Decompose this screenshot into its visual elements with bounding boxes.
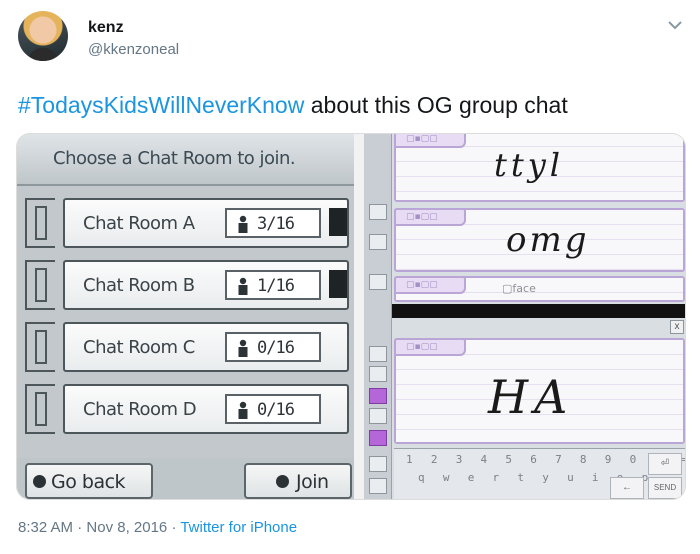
pencil-icon [369, 388, 387, 404]
chat-room-screen: Choose a Chat Room to join. Chat Room A … [17, 134, 354, 499]
chat-room-count-box: 1/16 [225, 270, 321, 300]
send-button: SEND [648, 477, 682, 499]
person-icon [238, 401, 248, 419]
chat-room-count: 1/16 [257, 276, 295, 296]
eraser-icon [369, 408, 387, 424]
message-name-tab-text: ▢▪▢▢ [406, 280, 438, 290]
message-box: ▢▪▢▢ [394, 276, 685, 302]
symbol-mode-icon [369, 478, 387, 494]
message-name-tab: ▢▪▢▢ [394, 276, 466, 294]
close-icon: x [670, 320, 684, 334]
avatar-shirt [28, 48, 58, 61]
chat-room-name: Chat Room A [83, 213, 195, 234]
tool-icon [369, 274, 387, 290]
handwritten-message: HA [488, 370, 574, 424]
person-icon [238, 339, 248, 357]
keyboard-number-row: 1 2 3 4 5 6 7 8 9 0 - = [406, 453, 686, 466]
tweet-date[interactable]: Nov 8, 2016 [86, 519, 167, 536]
chat-room-count: 0/16 [257, 338, 295, 358]
pictochat-pen-icon [25, 198, 55, 248]
arrow-up-icon [369, 346, 387, 362]
message-name-tab: ▢▪▢▢ [394, 134, 466, 148]
user-name[interactable]: kenz [88, 19, 124, 37]
enter-key-icon: ⏎ [648, 453, 682, 475]
pictochat-message-screen: ▢▪▢▢ ttyl ▢▪▢▢ omg ▢▪▢▢ ▢face x ▢▪▢▢ HA … [364, 134, 686, 499]
chat-room-name: Chat Room D [83, 399, 197, 420]
handwritten-message: omg [506, 220, 590, 260]
tweet-text: #TodaysKidsWillNeverKnow about this OG g… [18, 92, 568, 119]
face-icon: ▢ [502, 282, 513, 295]
join-button: Join [244, 463, 352, 499]
go-back-button: Go back [25, 463, 153, 499]
tweet-body: about this OG group chat [304, 92, 568, 118]
message-box: ▢▪▢▢ omg [394, 208, 685, 272]
user-handle[interactable]: @kkenzoneal [88, 41, 179, 58]
tweet-meta: 8:32 AM · Nov 8, 2016 · Twitter for iPho… [18, 519, 297, 536]
chat-room-count: 0/16 [257, 400, 295, 420]
handwritten-message: ttyl [494, 146, 565, 184]
chat-room-count: 3/16 [257, 214, 295, 234]
keyboard: 1 2 3 4 5 6 7 8 9 0 - = q w e r t y u i … [394, 448, 686, 499]
chat-room-row: Chat Room B 1/16 [17, 256, 354, 314]
keyboard-mode-icon [369, 456, 387, 472]
arrow-down-icon [369, 366, 387, 382]
tweet-time[interactable]: 8:32 AM [18, 519, 73, 536]
chat-room-row: Chat Room D 0/16 [17, 380, 354, 438]
b-button-icon [33, 475, 46, 488]
chat-room-row: Chat Room C 0/16 [17, 318, 354, 376]
compose-box: ▢▪▢▢ HA [394, 338, 685, 444]
image-divider [354, 134, 364, 499]
signal-icon [329, 208, 347, 236]
user-avatar[interactable] [18, 11, 68, 61]
chevron-down-icon[interactable] [664, 14, 686, 36]
chat-room-count-box: 0/16 [225, 394, 321, 424]
a-button-icon [276, 475, 289, 488]
screen-gap [392, 304, 685, 318]
scroll-icon [369, 234, 387, 250]
tweet-media[interactable]: Choose a Chat Room to join. Chat Room A … [16, 133, 686, 500]
chat-room-name: Chat Room C [83, 337, 195, 358]
backspace-key-icon: ← [610, 477, 644, 499]
chat-room-title-bar: Choose a Chat Room to join. [17, 134, 354, 186]
message-name-tab-text: ▢▪▢▢ [406, 212, 438, 222]
message-box: ▢▪▢▢ ttyl [394, 134, 685, 202]
meta-separator: · [73, 519, 87, 536]
meta-separator: · [167, 519, 181, 536]
face-label: ▢face [502, 282, 536, 295]
tweet-source[interactable]: Twitter for iPhone [180, 519, 297, 536]
pictochat-pen-icon [25, 260, 55, 310]
pictochat-pen-icon [25, 384, 55, 434]
go-back-label: Go back [51, 471, 126, 493]
message-name-tab: ▢▪▢▢ [394, 208, 466, 226]
join-label: Join [296, 471, 329, 493]
chat-room-title: Choose a Chat Room to join. [53, 148, 296, 169]
message-name-tab: ▢▪▢▢ [394, 338, 466, 356]
chat-room-count-box: 0/16 [225, 332, 321, 362]
message-name-tab-text: ▢▪▢▢ [406, 134, 438, 144]
tool-sidebar [364, 134, 392, 499]
person-icon [238, 277, 248, 295]
person-icon [238, 215, 248, 233]
face-label-text: face [512, 282, 536, 295]
chat-room-row: Chat Room A 3/16 [17, 194, 354, 252]
hashtag-link[interactable]: #TodaysKidsWillNeverKnow [18, 92, 304, 118]
signal-icon [329, 270, 347, 298]
chat-room-name: Chat Room B [83, 275, 195, 296]
chat-room-count-box: 3/16 [225, 208, 321, 238]
message-name-tab-text: ▢▪▢▢ [406, 342, 438, 352]
pen-size-icon [369, 430, 387, 446]
pictochat-pen-icon [25, 322, 55, 372]
scroll-icon [369, 204, 387, 220]
